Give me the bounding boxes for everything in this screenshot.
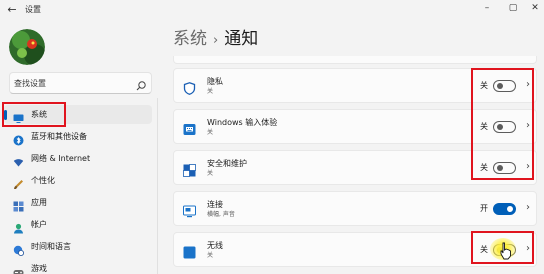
annotation-box-wireless-toggle (471, 231, 534, 264)
card-partial (173, 56, 537, 64)
card-title: 连接 (207, 200, 223, 209)
avatar[interactable] (9, 29, 45, 65)
keyboard-icon (183, 121, 196, 135)
sidebar-item-label: 蓝牙和其他设备 (31, 132, 87, 141)
card-title: 安全和维护 (207, 159, 247, 168)
back-arrow-icon[interactable]: ← (5, 3, 19, 17)
app-title: 设置 (25, 5, 41, 14)
breadcrumb: 系统 › 通知 (173, 27, 258, 53)
notification-toggle[interactable] (493, 203, 516, 215)
card-title: Windows 输入体验 (207, 118, 278, 127)
card-title: 无线 (207, 241, 223, 250)
globe-clock-icon (13, 241, 24, 256)
gamepad-icon (13, 263, 24, 274)
sidebar-item-label: 个性化 (31, 176, 55, 185)
card-subtitle: 关 (207, 170, 214, 177)
sidebar-divider (157, 98, 158, 274)
page-title: 通知 (224, 29, 259, 49)
annotation-box-system (2, 102, 66, 127)
sidebar-item-label: 帐户 (31, 220, 47, 229)
wireless-display-icon (183, 244, 196, 259)
sidebar-item-label: 应用 (31, 198, 47, 207)
sidebar-item-label: 时间和语言 (31, 242, 71, 251)
shield-icon (183, 80, 196, 95)
sidebar-item-gaming[interactable]: 游戏 (4, 259, 152, 274)
sidebar-item-time-language[interactable]: 时间和语言 (4, 237, 152, 256)
sidebar-item-bluetooth[interactable]: 蓝牙和其他设备 (4, 127, 152, 146)
connect-icon (183, 203, 196, 218)
brush-icon (13, 175, 24, 189)
card-subtitle: 关 (207, 129, 214, 136)
search-input[interactable]: 查找设置 (9, 72, 152, 94)
annotation-box-toggles (471, 68, 534, 180)
notification-item-connect[interactable]: 连接 横幅, 声音 开 › (173, 191, 537, 226)
toggle-knob (507, 206, 513, 212)
search-icon[interactable] (135, 77, 147, 91)
chevron-right-icon[interactable]: › (524, 202, 532, 214)
card-subtitle: 关 (207, 88, 214, 95)
card-title: 隐私 (207, 77, 223, 86)
sidebar-item-network[interactable]: 网络 & Internet (4, 149, 152, 168)
title-bar: ← 设置 – ▢ ✕ (0, 0, 544, 20)
person-icon (13, 219, 24, 234)
card-subtitle: 关 (207, 252, 214, 259)
bluetooth-icon (13, 131, 24, 146)
sidebar-item-apps[interactable]: 应用 (4, 193, 152, 212)
card-subtitle: 横幅, 声音 (207, 211, 235, 218)
sidebar-item-label: 游戏 (31, 264, 47, 273)
sidebar-item-personalization[interactable]: 个性化 (4, 171, 152, 190)
apps-icon (13, 197, 24, 212)
wifi-icon (13, 153, 24, 167)
search-placeholder: 查找设置 (14, 79, 46, 88)
security-flag-icon (183, 162, 196, 177)
minimize-icon[interactable]: – (478, 1, 496, 15)
sidebar-item-label: 网络 & Internet (31, 154, 91, 163)
breadcrumb-separator: › (213, 33, 219, 48)
breadcrumb-parent[interactable]: 系统 (173, 29, 207, 49)
close-icon[interactable]: ✕ (526, 1, 544, 15)
maximize-icon[interactable]: ▢ (504, 1, 522, 15)
toggle-state-label: 开 (480, 204, 488, 213)
sidebar-item-accounts[interactable]: 帐户 (4, 215, 152, 234)
